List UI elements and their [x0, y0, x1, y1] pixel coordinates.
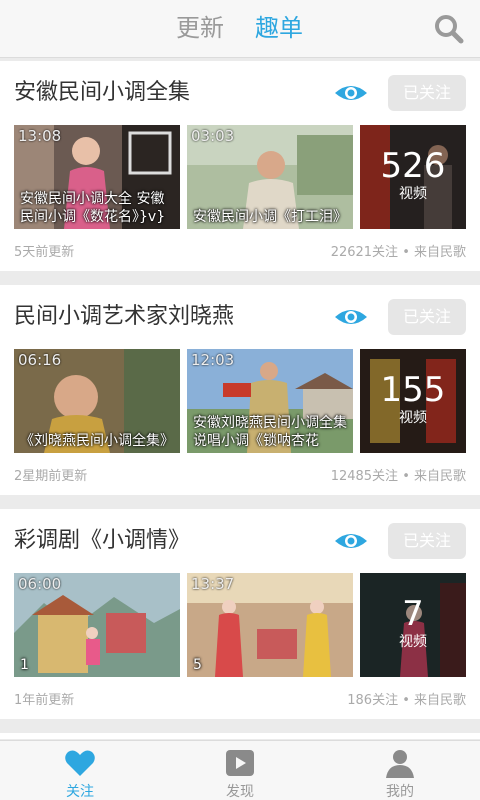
- video-thumbnail[interactable]: 13:37 5: [187, 573, 353, 677]
- video-duration: 06:00: [18, 575, 62, 593]
- playlist-count-thumbnail[interactable]: 155 视频: [360, 349, 466, 453]
- followed-button[interactable]: 已关注: [388, 299, 466, 335]
- nav-mine[interactable]: 我的: [320, 741, 480, 800]
- nav-follow-label: 关注: [66, 784, 94, 800]
- nav-follow[interactable]: 关注: [0, 741, 160, 800]
- video-thumbnail[interactable]: 13:08 安徽民间小调大全 安徽民间小调《数花名》}v}: [14, 125, 180, 229]
- follow-stats: 12485关注 • 来自民歌: [330, 469, 466, 484]
- eye-icon[interactable]: [334, 529, 368, 553]
- bottom-navigation: 关注 发现 我的: [0, 740, 480, 800]
- video-count: 526: [380, 146, 446, 186]
- video-count: 7: [402, 594, 424, 634]
- video-duration: 13:08: [18, 127, 62, 145]
- video-count-overlay: 526 视频: [360, 125, 466, 229]
- video-thumbnail[interactable]: 06:00 1: [14, 573, 180, 677]
- playlist-card: 彩调剧《小调情》 已关注 06:00 1 13:37 5 7 视频 1年前更新 …: [0, 509, 480, 719]
- follow-stats: 186关注 • 来自民歌: [347, 693, 466, 708]
- video-count-unit: 视频: [399, 186, 427, 202]
- video-caption: 《刘晓燕民间小调全集》: [20, 433, 174, 449]
- playlist-title[interactable]: 民间小调艺术家刘晓燕: [14, 301, 234, 333]
- eye-icon[interactable]: [334, 305, 368, 329]
- user-icon: [386, 750, 414, 778]
- nav-discover-label: 发现: [226, 784, 254, 800]
- video-count-overlay: 7 视频: [360, 573, 466, 677]
- follow-stats: 22621关注 • 来自民歌: [330, 245, 466, 260]
- video-duration: 12:03: [191, 351, 235, 369]
- video-duration: 06:16: [18, 351, 62, 369]
- nav-discover[interactable]: 发现: [160, 741, 320, 800]
- playlist-count-thumbnail[interactable]: 526 视频: [360, 125, 466, 229]
- video-caption: 安徽民间小调《打工泪》: [193, 209, 347, 225]
- tab-fun-list[interactable]: 趣单: [255, 12, 303, 44]
- video-duration: 13:37: [191, 575, 235, 593]
- eye-icon[interactable]: [334, 81, 368, 105]
- heart-icon: [65, 750, 95, 776]
- video-count-overlay: 155 视频: [360, 349, 466, 453]
- video-count-unit: 视频: [399, 634, 427, 650]
- playlist-feed[interactable]: 安徽民间小调全集 已关注 13:08 安徽民间小调大全 安徽民间小调《数花名》}…: [0, 59, 480, 739]
- top-bar: 更新 趣单: [0, 0, 480, 58]
- followed-button[interactable]: 已关注: [388, 523, 466, 559]
- video-caption: 5: [193, 657, 202, 673]
- tab-update[interactable]: 更新: [176, 12, 224, 44]
- update-time: 5天前更新: [14, 245, 75, 260]
- playlist-card-partial: [0, 733, 480, 739]
- video-caption: 1: [20, 657, 29, 673]
- update-time: 2星期前更新: [14, 469, 88, 484]
- nav-mine-label: 我的: [386, 784, 414, 800]
- playlist-title[interactable]: 安徽民间小调全集: [14, 77, 190, 109]
- playlist-card: 安徽民间小调全集 已关注 13:08 安徽民间小调大全 安徽民间小调《数花名》}…: [0, 61, 480, 271]
- video-caption: 安徽刘晓燕民间小调全集 说唱小调《锁呐杏花: [193, 415, 347, 449]
- video-count-unit: 视频: [399, 410, 427, 426]
- play-icon: [226, 750, 254, 776]
- search-icon[interactable]: [434, 14, 464, 44]
- playlist-card: 民间小调艺术家刘晓燕 已关注 06:16 《刘晓燕民间小调全集》 12:03 安…: [0, 285, 480, 495]
- playlist-count-thumbnail[interactable]: 7 视频: [360, 573, 466, 677]
- video-thumbnail[interactable]: 12:03 安徽刘晓燕民间小调全集 说唱小调《锁呐杏花: [187, 349, 353, 453]
- video-count: 155: [380, 370, 446, 410]
- video-thumbnail[interactable]: 06:16 《刘晓燕民间小调全集》: [14, 349, 180, 453]
- update-time: 1年前更新: [14, 693, 75, 708]
- video-duration: 03:03: [191, 127, 235, 145]
- video-thumbnail[interactable]: 03:03 安徽民间小调《打工泪》: [187, 125, 353, 229]
- playlist-title[interactable]: 彩调剧《小调情》: [14, 525, 190, 557]
- followed-button[interactable]: 已关注: [388, 75, 466, 111]
- video-caption: 安徽民间小调大全 安徽民间小调《数花名》}v}: [20, 191, 166, 225]
